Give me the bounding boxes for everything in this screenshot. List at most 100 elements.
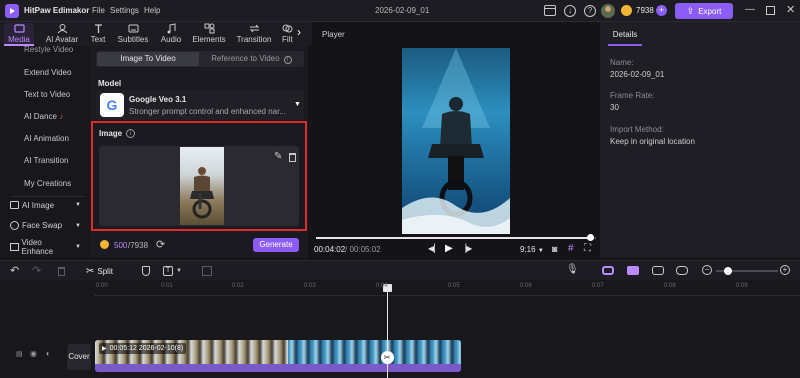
nav-my-creations[interactable]: My Creations [24, 179, 71, 188]
video-preview[interactable] [402, 48, 510, 234]
fullscreen-icon[interactable]: ⛶ [584, 243, 591, 254]
help-icon[interactable]: ? [584, 5, 596, 17]
playhead[interactable]: ✂ [380, 284, 394, 378]
import-method-label: Import Method: [610, 125, 664, 134]
snapshot-icon[interactable]: ◙ [552, 244, 557, 254]
tab-reference-to-video[interactable]: Reference to Video i [200, 52, 303, 66]
tool-audio[interactable]: Audio [158, 23, 184, 46]
menu-settings[interactable]: Settings [110, 6, 139, 15]
close-icon[interactable]: ✕ [786, 3, 795, 16]
zoom-handle[interactable] [724, 267, 733, 275]
menu-help[interactable]: Help [144, 6, 160, 15]
nav-extend-video[interactable]: Extend Video [24, 68, 71, 77]
nav-text-to-video[interactable]: Text to Video [24, 90, 70, 99]
credits-used: 500 [114, 241, 128, 250]
tool-subtitles[interactable]: Subtitles [114, 23, 152, 46]
previous-frame-icon[interactable]: ◀▏ [428, 244, 440, 253]
cover-button[interactable]: Cover [67, 344, 91, 370]
download-icon[interactable]: ↓ [564, 5, 576, 17]
text-tool-icon[interactable]: T [163, 266, 173, 276]
player-panel: Player 00:04:02 / 00:05:02 ◀▏ ▶ ▕▶ 9:16 … [312, 22, 600, 258]
nav-restyle-video[interactable]: Restyle Video [24, 45, 73, 54]
tab-label: Details [612, 30, 638, 39]
zoom-out-icon[interactable]: − [702, 265, 712, 275]
zoom-slider[interactable] [716, 267, 778, 275]
progress-handle[interactable] [587, 234, 595, 241]
maximize-icon[interactable] [766, 6, 775, 15]
clip-filmstrip-2 [288, 340, 461, 364]
lock-icon[interactable]: ▤ [16, 350, 23, 358]
aspect-ratio-value: 9:16 [520, 245, 536, 254]
dropdown-ai-image[interactable]: AI Image ▼ [10, 196, 85, 213]
dropdown-label: Video Enhance [21, 237, 54, 256]
details-panel: Details Name: 2026-02-09_01 Frame Rate: … [600, 22, 800, 258]
progress-fill [316, 237, 591, 239]
info-icon[interactable]: i [126, 129, 135, 138]
name-value: 2026-02-09_01 [610, 70, 665, 79]
microphone-icon[interactable]: 🎙 [566, 264, 579, 275]
dropdown-face-swap[interactable]: Face Swap ▼ [10, 217, 85, 234]
visibility-icon[interactable]: ◉ [30, 349, 37, 358]
tab-image-to-video[interactable]: Image To Video [97, 52, 199, 66]
ruler-tick: 0:05 [448, 283, 460, 289]
ruler-tick: 0:01 [161, 283, 173, 289]
chevron-down-icon[interactable]: ▼ [176, 268, 182, 274]
tool-transition[interactable]: Transition [234, 23, 274, 46]
tool-filter[interactable]: Filt [282, 23, 298, 46]
crop-icon[interactable] [202, 266, 212, 276]
audio-toggle-icon[interactable]: ◖ [45, 349, 50, 358]
name-label: Name: [610, 58, 634, 67]
tool-label: Transition [236, 35, 272, 44]
image-dropzone[interactable]: ✎ [99, 146, 299, 226]
delete-icon[interactable] [58, 267, 65, 276]
zoom-in-icon[interactable]: + [780, 265, 790, 275]
tool-text[interactable]: Text [88, 23, 108, 46]
next-frame-icon[interactable]: ▕▶ [460, 244, 472, 253]
credits-total: /7938 [128, 241, 149, 250]
elements-icon [204, 23, 214, 34]
info-icon[interactable]: i [283, 56, 292, 64]
fit-icon[interactable] [676, 266, 688, 275]
grid-icon[interactable]: # [568, 243, 574, 254]
model-selector[interactable]: G Google Veo 3.1 Stronger prompt control… [96, 90, 304, 120]
split-button[interactable]: ✂ Split [86, 264, 113, 278]
nav-ai-dance[interactable]: AI Dance ♪ [24, 112, 63, 121]
marker-icon[interactable] [142, 266, 150, 276]
generate-button[interactable]: Generate [253, 238, 299, 252]
nav-ai-animation[interactable]: AI Animation [24, 134, 69, 143]
tool-label: Audio [160, 35, 182, 44]
layout-icon[interactable] [544, 5, 556, 16]
redo-icon[interactable]: ↷ [32, 264, 41, 277]
aspect-ratio-select[interactable]: 9:16 ▼ [520, 245, 544, 254]
tool-elements[interactable]: Elements [190, 23, 228, 46]
video-clip[interactable]: ▶ 00:05:12 2026-02-10(8) [95, 340, 461, 372]
timeline-toolbar: ↶ ↷ ✂ Split T ▼ 🎙 − + [0, 260, 800, 280]
model-heading: Model [98, 79, 122, 88]
dropdown-video-enhance[interactable]: Video Enhance ▼ [10, 237, 85, 256]
ruler-tick: 0:02 [232, 283, 244, 289]
export-button[interactable]: ⇪ Export [675, 3, 733, 19]
chevron-right-icon[interactable]: › [297, 25, 301, 39]
delete-icon[interactable] [289, 153, 296, 162]
play-icon[interactable]: ▶ [445, 243, 453, 254]
minimize-icon[interactable]: — [745, 4, 755, 15]
undo-icon[interactable]: ↶ [10, 264, 19, 277]
ai-image-icon [10, 201, 19, 209]
refresh-icon[interactable]: ⟳ [156, 238, 165, 251]
menu-file[interactable]: File [92, 6, 105, 15]
add-credits-icon[interactable]: + [656, 5, 667, 16]
tool-media[interactable]: Media [4, 23, 34, 46]
model-name: Google Veo 3.1 [129, 95, 187, 104]
scissors-icon: ✂ [86, 265, 95, 277]
tool-ai-avatar[interactable]: AI Avatar [42, 23, 82, 46]
magnet-icon[interactable] [627, 266, 639, 275]
progress-track[interactable] [316, 234, 596, 241]
avatar[interactable] [601, 4, 615, 18]
tab-details[interactable]: Details [608, 24, 642, 46]
edit-icon[interactable]: ✎ [274, 151, 282, 162]
player-title: Player [322, 30, 345, 39]
link-icon[interactable] [602, 266, 614, 275]
connect-icon[interactable] [652, 266, 664, 275]
nav-ai-transition[interactable]: AI Transition [24, 156, 68, 165]
model-description: Stronger prompt control and enhanced nar… [129, 107, 286, 116]
